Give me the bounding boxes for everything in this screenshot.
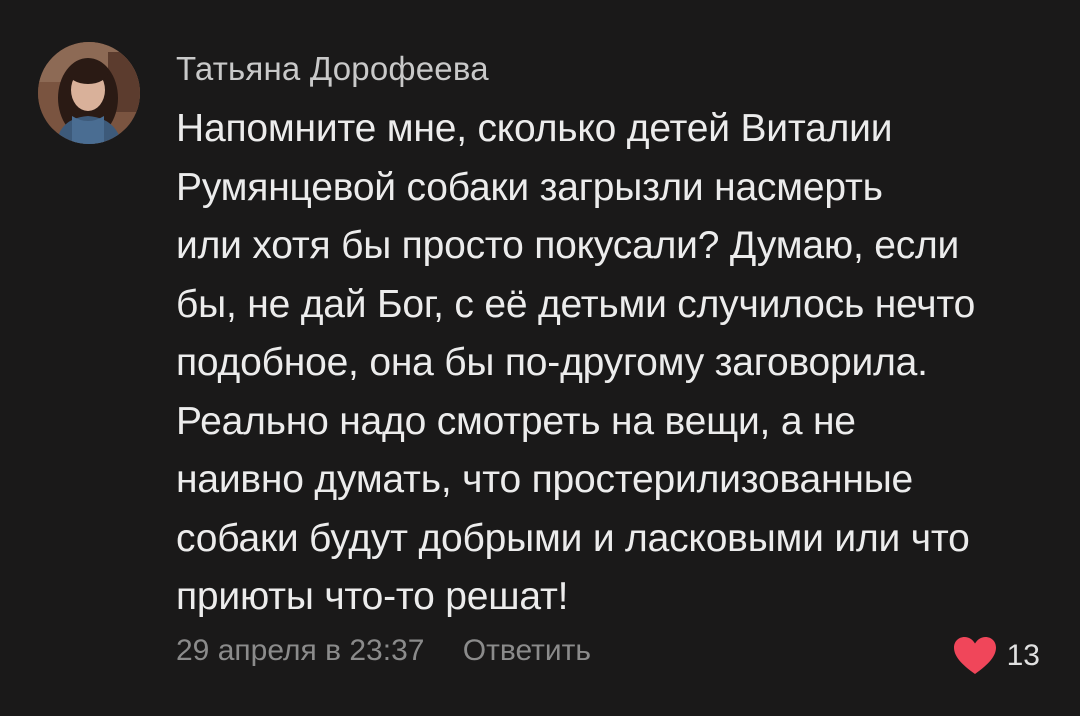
comment-line: собаки будут добрыми и ласковыми или что <box>176 516 970 560</box>
comment-line: наивно думать, что простерилизованные <box>176 458 914 501</box>
likes-count: 13 <box>1006 639 1040 672</box>
comment-line: приюты что-то решат! <box>176 575 569 618</box>
comment-line: Румянцевой собаки загрызли насмерть <box>176 165 883 209</box>
like-button[interactable]: 13 <box>953 636 1040 676</box>
comment-meta: 29 апреля в 23:37 Ответить <box>176 634 591 668</box>
comment-card: Татьяна Дорофеева Напомните мне, сколько… <box>0 0 1080 716</box>
comment-timestamp: 29 апреля в 23:37 <box>176 634 425 667</box>
comment-line: или хотя бы просто покусали? Думаю, если <box>176 224 960 267</box>
comment-line: бы, не дай Бог, с её детьми случилось не… <box>176 282 976 326</box>
heart-icon <box>953 637 996 674</box>
comment-text: Напомните мне, сколько детей Виталии Рум… <box>176 100 1056 627</box>
avatar-photo <box>38 42 140 144</box>
comment-line: Реально надо смотреть на вещи, а не <box>176 399 856 443</box>
author-name[interactable]: Татьяна Дорофеева <box>176 50 489 88</box>
comment-line: Напомните мне, сколько детей Виталии <box>176 107 893 150</box>
reply-button[interactable]: Ответить <box>463 634 591 668</box>
avatar[interactable] <box>38 42 140 144</box>
comment-line: подобное, она бы по-другому заговорила. <box>176 341 928 384</box>
